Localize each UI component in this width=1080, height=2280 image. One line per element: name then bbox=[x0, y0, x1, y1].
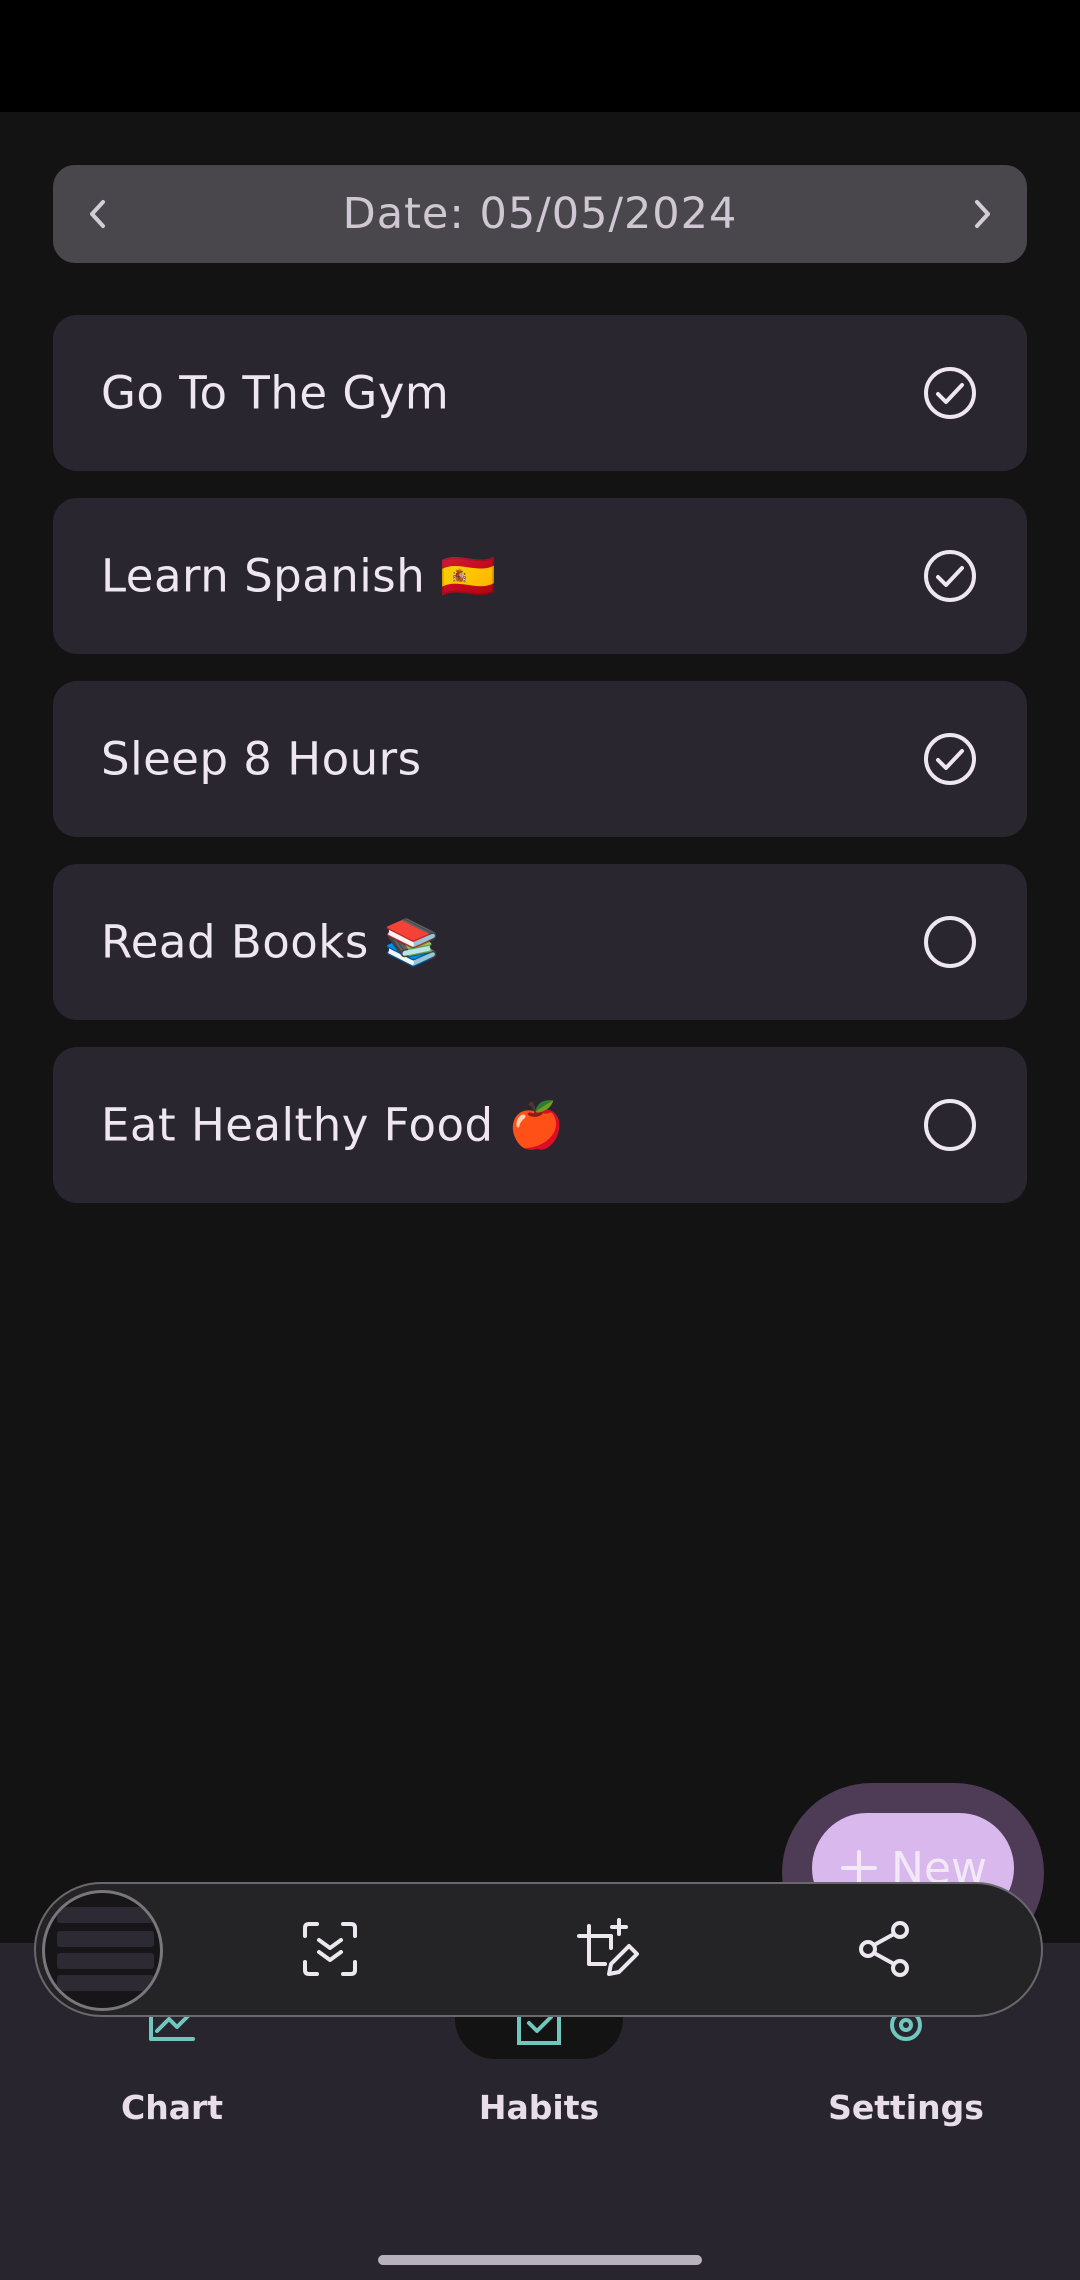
nav-label-habits: Habits bbox=[478, 2088, 600, 2127]
crop-edit-icon bbox=[577, 1918, 639, 1976]
habit-label: Go To The Gym bbox=[101, 366, 450, 420]
share-icon bbox=[859, 1921, 909, 1977]
date-text: Date: 05/05/2024 bbox=[342, 189, 738, 239]
unchecked-circle-icon[interactable] bbox=[923, 1098, 977, 1152]
habit-label: Learn Spanish 🇪🇸 bbox=[101, 549, 497, 603]
screenshot-thumbnail[interactable] bbox=[42, 1890, 163, 2011]
scroll-capture-icon bbox=[303, 1922, 357, 1976]
habit-label: Eat Healthy Food 🍎 bbox=[101, 1098, 565, 1152]
next-date-button[interactable] bbox=[937, 165, 1027, 263]
habit-card-spanish[interactable]: Learn Spanish 🇪🇸 bbox=[53, 498, 1027, 654]
habit-card-gym[interactable]: Go To The Gym bbox=[53, 315, 1027, 471]
date-selector: Date: 05/05/2024 bbox=[53, 165, 1027, 263]
unchecked-circle-icon[interactable] bbox=[923, 915, 977, 969]
home-indicator[interactable] bbox=[378, 2255, 702, 2265]
chevron-right-icon bbox=[975, 200, 990, 228]
scroll-capture-button[interactable] bbox=[285, 1904, 375, 1994]
checked-circle-icon[interactable] bbox=[923, 549, 977, 603]
habit-card-food[interactable]: Eat Healthy Food 🍎 bbox=[53, 1047, 1027, 1203]
habit-label: Read Books 📚 bbox=[101, 915, 441, 969]
habit-label: Sleep 8 Hours bbox=[101, 732, 422, 786]
checked-circle-icon[interactable] bbox=[923, 732, 977, 786]
status-bar bbox=[0, 0, 1080, 112]
chevron-left-icon bbox=[90, 200, 105, 228]
crop-edit-button[interactable] bbox=[562, 1904, 652, 1994]
habit-card-books[interactable]: Read Books 📚 bbox=[53, 864, 1027, 1020]
previous-date-button[interactable] bbox=[53, 165, 143, 263]
habit-card-sleep[interactable]: Sleep 8 Hours bbox=[53, 681, 1027, 837]
checked-circle-icon[interactable] bbox=[923, 366, 977, 420]
nav-label-settings: Settings bbox=[828, 2088, 984, 2127]
nav-label-chart: Chart bbox=[120, 2088, 224, 2127]
share-button[interactable] bbox=[839, 1904, 929, 1994]
screenshot-toolbar bbox=[34, 1882, 1043, 2017]
